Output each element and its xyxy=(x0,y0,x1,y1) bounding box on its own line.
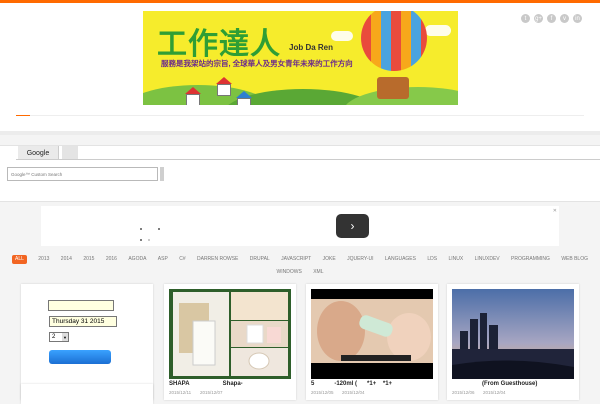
post-title[interactable]: SHAPA Shapa- xyxy=(169,381,291,387)
vimeo-icon[interactable]: v xyxy=(560,14,569,23)
category-agoda[interactable]: AGODA xyxy=(128,253,146,266)
post-card[interactable]: SHAPA Shapa- 2015/12/11 2015/12/07 xyxy=(164,284,296,400)
nav-active-indicator xyxy=(16,115,30,116)
house xyxy=(186,94,200,105)
googleplus-icon[interactable]: g+ xyxy=(534,14,543,23)
hot-air-balloon xyxy=(361,11,427,71)
product-photo xyxy=(169,289,291,379)
category-lds[interactable]: LDS xyxy=(427,253,437,266)
category-web-blog[interactable]: WEB BLOG xyxy=(561,253,588,266)
brand-slogan: 服務是我架站的宗旨, 全球華人及男女青年未來的工作方向 xyxy=(161,59,353,68)
site-banner[interactable]: 工作達人 Job Da Ren 服務是我架站的宗旨, 全球華人及男女青年未來的工… xyxy=(143,11,458,105)
cloud xyxy=(331,31,353,41)
ad-dot xyxy=(158,228,160,230)
category-javascript[interactable]: JAVASCRIPT xyxy=(281,253,311,266)
post-date: 2015/12/11 xyxy=(169,390,192,395)
category-csharp[interactable]: C# xyxy=(179,253,185,266)
category-2013[interactable]: 2013 xyxy=(38,253,49,266)
post-thumbnail[interactable] xyxy=(311,289,433,379)
house-roof xyxy=(236,91,252,98)
category-programming[interactable]: PROGRAMMING xyxy=(511,253,550,266)
post-title[interactable]: (From Guesthouse) xyxy=(452,381,574,387)
post-thumbnail[interactable] xyxy=(169,289,291,379)
ad-dot xyxy=(148,239,150,241)
linkedin-icon[interactable]: in xyxy=(573,14,582,23)
number-select[interactable]: 2 ▼ xyxy=(49,332,69,342)
twitter-icon[interactable]: t xyxy=(521,14,530,23)
sidebar-widget: Thursday 31 2015 2 ▼ xyxy=(21,284,153,400)
category-darren-rowse[interactable]: DARREN ROWSE xyxy=(197,253,238,266)
tab-underline xyxy=(16,159,600,160)
category-jquery-ui[interactable]: JQUERY-UI xyxy=(347,253,373,266)
post-date: 2015/12/06 xyxy=(452,390,475,395)
house xyxy=(217,84,231,96)
baby-bottle-photo xyxy=(311,289,433,379)
ad-next-button[interactable]: › xyxy=(336,214,369,238)
post-card[interactable]: (From Guesthouse) 2015/12/06 2015/12/04 xyxy=(447,284,579,400)
brand-english: Job Da Ren xyxy=(289,43,334,52)
category-2014[interactable]: 2014 xyxy=(61,253,72,266)
category-linuxdev[interactable]: LINUXDEV xyxy=(475,253,500,266)
category-drupal[interactable]: DRUPAL xyxy=(250,253,270,266)
sidebar-widget-2 xyxy=(21,384,153,404)
post-title[interactable]: 5 -120ml ( *1+ *1+ xyxy=(311,381,433,387)
balloon-basket xyxy=(377,77,409,99)
select-value: 2 xyxy=(52,334,56,340)
cloud xyxy=(425,25,451,36)
post-date: 2015/12/07 xyxy=(200,390,223,395)
search-input[interactable]: Google™ Custom Search xyxy=(7,167,158,181)
category-filter: ALL 2013 2014 2015 2016 AGODA ASP C# DAR… xyxy=(0,253,600,279)
tab-blank[interactable] xyxy=(62,146,78,160)
house-roof xyxy=(185,87,201,94)
category-linux[interactable]: LINUX xyxy=(449,253,464,266)
post-card[interactable]: 5 -120ml ( *1+ *1+ 2015/12/05 2015/12/04 xyxy=(306,284,438,400)
site-header: 工作達人 Job Da Ren 服務是我架站的宗旨, 全球華人及男女青年未來的工… xyxy=(0,3,600,131)
category-joke[interactable]: JOKE xyxy=(323,253,336,266)
ad-dot xyxy=(140,239,142,241)
submit-button[interactable] xyxy=(49,350,111,364)
category-xml[interactable]: XML xyxy=(313,266,323,279)
category-asp[interactable]: ASP xyxy=(158,253,168,266)
search-button[interactable] xyxy=(160,167,164,181)
category-all[interactable]: ALL xyxy=(11,255,27,264)
house xyxy=(237,98,251,105)
date-field[interactable]: Thursday 31 2015 xyxy=(49,316,117,327)
social-links: t g+ f v in xyxy=(521,14,582,23)
post-date: 2015/12/04 xyxy=(483,390,506,395)
post-date: 2015/12/04 xyxy=(342,390,365,395)
facebook-icon[interactable]: f xyxy=(547,14,556,23)
adchoices-icon[interactable]: ✕ xyxy=(553,208,557,214)
tab-google[interactable]: Google xyxy=(18,146,59,160)
house-roof xyxy=(216,77,232,84)
post-date: 2015/12/05 xyxy=(311,390,334,395)
sunset-photo xyxy=(452,289,574,379)
ad-dot xyxy=(140,228,142,230)
category-languages[interactable]: LANGUAGES xyxy=(385,253,416,266)
nav-bar xyxy=(16,115,584,116)
category-windows[interactable]: WINDOWS xyxy=(277,266,302,279)
google-search-panel: Google Google™ Custom Search xyxy=(0,145,600,202)
chevron-down-icon: ▼ xyxy=(62,333,68,341)
category-2015[interactable]: 2015 xyxy=(83,253,94,266)
text-input[interactable] xyxy=(48,300,114,311)
brand-title: 工作達人 xyxy=(157,27,281,62)
post-thumbnail[interactable] xyxy=(452,289,574,379)
header-divider xyxy=(0,131,600,135)
category-2016[interactable]: 2016 xyxy=(106,253,117,266)
ad-banner[interactable]: › ✕ xyxy=(41,206,559,246)
